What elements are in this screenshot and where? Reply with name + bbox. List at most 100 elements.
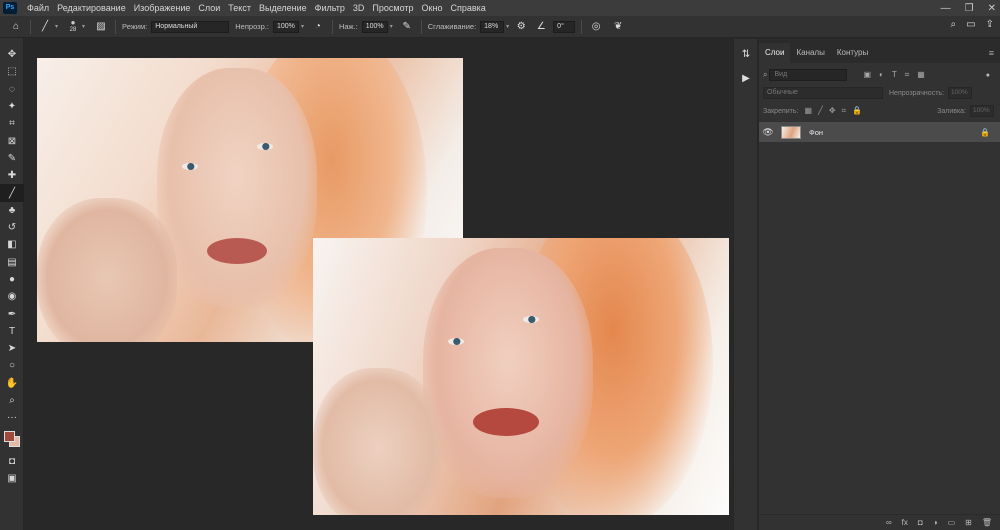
history-icon[interactable]: ⇅ [734,45,758,63]
foreground-color[interactable] [4,430,15,442]
adjustment-filter-icon[interactable]: ◐ [879,70,884,80]
healing-tool-icon[interactable]: ✚ [0,167,24,184]
menu-layers[interactable]: Слои [194,3,224,13]
pressure-size-icon[interactable]: ◎ [588,19,604,35]
menu-help[interactable]: Справка [446,3,489,13]
eyedropper-tool-icon[interactable]: ✎ [0,150,24,167]
photo-after [313,238,729,515]
magic-wand-tool-icon[interactable]: ✦ [0,98,24,115]
lock-paint-icon[interactable]: ╱ [818,106,823,116]
layer-opacity-input[interactable]: 100% [948,87,972,99]
dodge-tool-icon[interactable]: ◉ [0,288,24,305]
gear-icon[interactable]: ⚙ [513,19,529,35]
play-icon[interactable]: ▶ [734,69,758,87]
opacity-label: Непрозрачность: [889,89,944,97]
menu-file[interactable]: Файл [23,3,53,13]
blend-mode-select[interactable]: Обычные [763,87,883,99]
frame-tool-icon[interactable]: ⊠ [0,132,24,149]
close-icon[interactable]: ✕ [988,3,996,14]
quick-mask-icon[interactable]: ◘ [0,453,24,470]
type-tool-icon[interactable]: T [0,323,24,340]
layer-search-input[interactable]: Вид [769,69,848,81]
brush-preset-icon[interactable]: ╱ [37,19,53,35]
zoom-tool-icon[interactable]: ⌕ [0,392,24,409]
opacity-input[interactable]: 100% [272,20,299,33]
menu-edit[interactable]: Редактирование [53,3,130,13]
add-mask-icon[interactable]: ◘ [918,518,923,527]
panel-menu-icon[interactable]: ≡ [989,43,994,63]
adjustment-layer-icon[interactable]: ◑ [933,518,938,527]
marquee-tool-icon[interactable]: ⬚ [0,63,24,80]
pen-tool-icon[interactable]: ✒ [0,305,24,322]
new-layer-icon[interactable]: ⊞ [965,518,972,527]
angle-input[interactable]: 0° [553,20,576,33]
restore-icon[interactable]: ❐ [965,3,974,14]
workspace-icon[interactable]: ▭ [966,19,975,30]
menu-view[interactable]: Просмотр [368,3,417,13]
chevron-down-icon[interactable]: ▾ [55,23,58,30]
tab-layers[interactable]: Слои [759,43,791,63]
airbrush-icon[interactable]: ✎ [399,19,415,35]
options-right: ⌕ ▭ ⇪ [951,19,994,30]
chevron-down-icon[interactable]: ▾ [301,23,304,30]
path-select-tool-icon[interactable]: ➤ [0,340,24,357]
eraser-tool-icon[interactable]: ◧ [0,236,24,253]
ellipse-tool-icon[interactable]: ○ [0,357,24,374]
canvas-area[interactable] [25,39,733,530]
menu-window[interactable]: Окно [418,3,447,13]
screen-mode-icon[interactable]: ▣ [0,470,24,487]
trash-icon[interactable]: 🗑 [982,518,992,527]
chevron-down-icon[interactable]: ▾ [506,23,509,30]
fx-icon[interactable]: fx [902,518,908,527]
lock-pixels-icon[interactable]: ▦ [804,106,812,116]
brush-tool-icon[interactable]: ╱ [0,184,24,202]
visibility-eye-icon[interactable]: 👁 [759,127,777,138]
left-eye [182,163,198,170]
tab-paths[interactable]: Контуры [831,43,874,63]
share-icon[interactable]: ⇪ [986,19,994,30]
shape-filter-icon[interactable]: ⌗ [905,70,910,80]
pixel-filter-icon[interactable]: ▣ [863,70,871,80]
left-eye [448,338,464,345]
type-filter-icon[interactable]: T [892,70,897,80]
smoothing-input[interactable]: 18% [480,20,505,33]
fill-input[interactable]: 100% [970,105,994,117]
chevron-down-icon[interactable]: ▾ [82,23,85,30]
menu-type[interactable]: Текст [224,3,255,13]
menu-filter[interactable]: Фильтр [311,3,349,13]
smart-filter-icon[interactable]: ▦ [917,70,925,80]
home-icon[interactable]: ⌂ [8,19,24,35]
symmetry-icon[interactable]: ❦ [610,19,626,35]
menu-image[interactable]: Изображение [130,3,195,13]
minimize-icon[interactable]: — [941,3,951,14]
lock-all-icon[interactable]: 🔒 [852,106,862,116]
move-tool-icon[interactable]: ✥ [0,46,24,63]
hand-tool-icon[interactable]: ✋ [0,375,24,392]
lasso-tool-icon[interactable]: ◌ [0,81,24,98]
stamp-tool-icon[interactable]: ♣ [0,202,24,219]
new-group-icon[interactable]: ▭ [948,518,956,527]
filter-toggle-icon[interactable]: ● [986,72,990,79]
brush-settings-icon[interactable]: ▨ [93,19,109,35]
gradient-tool-icon[interactable]: ▤ [0,254,24,271]
mores-tool-icon[interactable]: ··· [0,409,24,426]
layer-row-background[interactable]: 👁 Фон 🔒 [759,122,1000,142]
tab-channels[interactable]: Каналы [790,43,830,63]
history-brush-tool-icon[interactable]: ↺ [0,219,24,236]
layers-panel: Слои Каналы Контуры ≡ ⌕ Вид ▣ ◐ T ⌗ ▦ ● … [759,39,1000,530]
search-icon[interactable]: ⌕ [951,19,957,30]
menu-3d[interactable]: 3D [349,3,369,13]
lock-artboard-icon[interactable]: ⌗ [842,106,847,116]
lock-position-icon[interactable]: ✥ [829,106,836,116]
menu-select[interactable]: Выделение [255,3,311,13]
mode-select[interactable]: Нормальный [151,20,230,33]
chevron-down-icon[interactable]: ▾ [390,23,393,30]
brush-size-picker[interactable]: ● 28 [66,19,80,35]
toolbar-grip [0,38,23,46]
pressure-opacity-icon[interactable]: ◔ [310,19,326,35]
link-layers-icon[interactable]: ∞ [886,518,892,527]
blur-tool-icon[interactable]: ● [0,271,24,288]
crop-tool-icon[interactable]: ⌗ [0,115,24,132]
pressure-input[interactable]: 100% [361,20,388,33]
lock-icon[interactable]: 🔒 [980,128,990,137]
